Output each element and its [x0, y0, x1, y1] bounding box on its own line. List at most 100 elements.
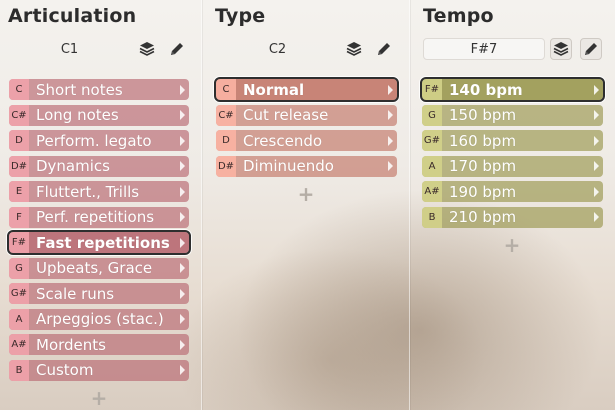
note-key-label: B: [422, 206, 442, 228]
articulation-key-field[interactable]: C1: [9, 38, 130, 60]
chevron-right-icon[interactable]: [594, 161, 599, 171]
layers-icon[interactable]: [550, 38, 572, 60]
chevron-right-icon[interactable]: [180, 314, 185, 324]
chevron-right-icon[interactable]: [180, 186, 185, 197]
chevron-right-icon[interactable]: [594, 110, 599, 120]
item-label: Fast repetitions: [36, 233, 170, 252]
articulation-add-button[interactable]: +: [90, 388, 108, 408]
type-add-button[interactable]: +: [297, 184, 315, 204]
articulation-list-item[interactable]: E Fluttert., Trills: [9, 181, 189, 202]
articulation-list-item[interactable]: A Arpeggios (stac.): [9, 308, 189, 330]
note-key-label: G#: [422, 130, 442, 151]
articulation-list-item[interactable]: C Short notes: [9, 79, 189, 100]
type-list-item[interactable]: C# Cut release: [216, 104, 397, 126]
chevron-right-icon[interactable]: [388, 135, 393, 146]
type-list-item[interactable]: D Crescendo: [216, 130, 397, 151]
chevron-right-icon[interactable]: [594, 212, 599, 222]
pencil-icon[interactable]: [373, 38, 395, 60]
tempo-list-item[interactable]: A# 190 bpm: [422, 181, 603, 202]
note-key-label: F: [9, 206, 29, 228]
chevron-right-icon[interactable]: [180, 288, 185, 299]
articulation-list-item[interactable]: A# Mordents: [9, 334, 189, 355]
item-label: Cut release: [243, 106, 329, 124]
note-key-label: A: [422, 155, 442, 177]
tempo-column: Tempo F#7: [410, 0, 615, 410]
chevron-right-icon[interactable]: [180, 339, 185, 350]
item-label: 160 bpm: [449, 131, 517, 150]
pencil-icon[interactable]: [580, 38, 602, 60]
chevron-right-icon[interactable]: [180, 84, 185, 95]
note-key-label: D: [216, 130, 236, 151]
layers-icon[interactable]: [343, 38, 365, 60]
note-key-label: A#: [9, 334, 29, 355]
item-label: Arpeggios (stac.): [36, 310, 164, 328]
item-label: 210 bpm: [449, 208, 517, 226]
column-divider: [201, 0, 202, 410]
item-label: Scale runs: [36, 284, 115, 303]
item-label: 140 bpm: [449, 80, 523, 99]
chevron-right-icon[interactable]: [180, 263, 185, 273]
tempo-list-item[interactable]: B 210 bpm: [422, 206, 603, 228]
articulation-list-item[interactable]: F Perf. repetitions: [9, 206, 189, 228]
chevron-right-icon[interactable]: [180, 365, 185, 375]
item-label: 190 bpm: [449, 182, 517, 201]
chevron-right-icon[interactable]: [594, 135, 599, 146]
item-label: Long notes: [36, 106, 119, 124]
articulation-list-item[interactable]: G Upbeats, Grace: [9, 257, 189, 279]
articulation-list-item[interactable]: D Perform. legato: [9, 130, 189, 151]
note-key-label: G: [9, 257, 29, 279]
articulation-title: Articulation: [8, 5, 137, 27]
note-key-label: B: [9, 359, 29, 381]
chevron-right-icon[interactable]: [180, 135, 185, 146]
chevron-right-icon[interactable]: [180, 161, 185, 171]
chevron-right-icon[interactable]: [594, 84, 599, 95]
chevron-right-icon[interactable]: [180, 237, 185, 248]
type-list-item[interactable]: D# Diminuendo: [216, 155, 397, 177]
type-key-field[interactable]: C2: [217, 38, 338, 60]
chevron-right-icon[interactable]: [180, 110, 185, 120]
note-key-label: G#: [9, 283, 29, 304]
item-label: 170 bpm: [449, 157, 517, 175]
item-label: Dynamics: [36, 157, 110, 175]
note-key-label: C#: [216, 104, 236, 126]
note-key-label: D: [9, 130, 29, 151]
articulation-list-item[interactable]: C# Long notes: [9, 104, 189, 126]
item-label: Fluttert., Trills: [36, 182, 140, 201]
note-key-label: G: [422, 104, 442, 126]
item-label: Upbeats, Grace: [36, 259, 153, 277]
layers-icon[interactable]: [136, 38, 158, 60]
chevron-right-icon[interactable]: [388, 161, 393, 171]
chevron-right-icon[interactable]: [388, 110, 393, 120]
note-key-label: C#: [9, 104, 29, 126]
tempo-list-item[interactable]: F# 140 bpm: [420, 77, 605, 102]
articulation-list-item[interactable]: B Custom: [9, 359, 189, 381]
item-label: Perform. legato: [36, 131, 152, 150]
note-key-label: F#: [422, 79, 442, 100]
tempo-list-item[interactable]: A 170 bpm: [422, 155, 603, 177]
item-label: 150 bpm: [449, 106, 517, 124]
type-list-item[interactable]: C Normal: [214, 77, 399, 102]
note-key-label: A: [9, 308, 29, 330]
note-key-label: D#: [9, 155, 29, 177]
note-key-label: F#: [9, 232, 29, 253]
chevron-right-icon[interactable]: [594, 186, 599, 197]
tempo-key-field[interactable]: F#7: [423, 38, 545, 60]
tempo-list-item[interactable]: G# 160 bpm: [422, 130, 603, 151]
tempo-add-button[interactable]: +: [503, 235, 521, 255]
item-label: Short notes: [36, 80, 123, 99]
tempo-title: Tempo: [423, 5, 494, 27]
note-key-label: C: [216, 79, 236, 100]
pencil-icon[interactable]: [166, 38, 188, 60]
articulation-list-item[interactable]: G# Scale runs: [9, 283, 189, 304]
column-divider: [409, 0, 410, 410]
chevron-right-icon[interactable]: [388, 84, 393, 95]
item-label: Custom: [36, 361, 94, 379]
item-label: Crescendo: [243, 131, 323, 150]
note-key-label: D#: [216, 155, 236, 177]
tempo-list-item[interactable]: G 150 bpm: [422, 104, 603, 126]
chevron-right-icon[interactable]: [180, 212, 185, 222]
articulation-list-item[interactable]: D# Dynamics: [9, 155, 189, 177]
note-key-label: C: [9, 79, 29, 100]
item-label: Mordents: [36, 335, 106, 354]
articulation-list-item[interactable]: F# Fast repetitions: [7, 230, 191, 255]
